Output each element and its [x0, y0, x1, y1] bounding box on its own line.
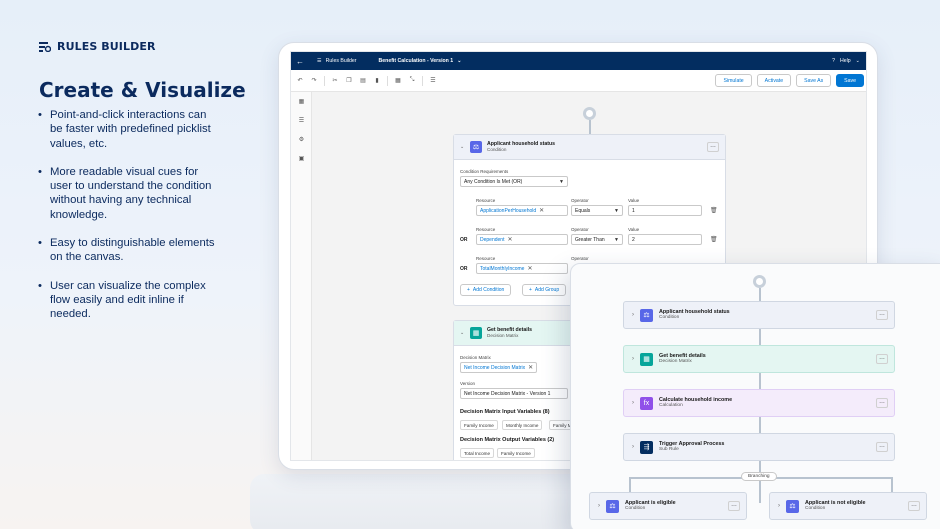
remove-icon: ✕ [507, 237, 513, 243]
hero-title: Create & Visualize [39, 78, 246, 102]
remove-icon: ✕ [539, 208, 545, 214]
operator-select[interactable]: Greater Than ▼ [571, 234, 623, 245]
matrix-icon: ▦ [470, 327, 482, 339]
value-input[interactable]: 1 [628, 205, 702, 216]
calculation-icon: fx [640, 396, 653, 410]
copy-icon[interactable]: ❐ [345, 77, 353, 85]
back-arrow-icon[interactable]: ← [291, 57, 309, 66]
trash-icon[interactable]: 🗑 [710, 236, 718, 243]
flow-node-calculation[interactable]: › fx Calculate household income Calculati… [623, 389, 895, 417]
flow-node-condition[interactable]: › ⚖ Applicant household status Condition … [623, 301, 895, 329]
toolbar: ↶ ↷ ✂ ❐ ▤ ▮ ▦ ⤡ ☰ Simulate Activate Save… [291, 70, 866, 92]
matrix-icon: ▦ [640, 352, 653, 366]
output-variable-chip[interactable]: Total Income [460, 448, 495, 458]
flow-node-subrule[interactable]: › ⇶ Trigger Approval Process Sub Rule … [623, 433, 895, 461]
delete-icon[interactable]: ▮ [373, 77, 381, 85]
app-logo-icon: ☰ [317, 58, 322, 64]
output-variable-chip[interactable]: Family Income [497, 448, 535, 458]
remove-icon: ✕ [528, 365, 534, 371]
subrule-icon: ⇶ [640, 440, 653, 454]
left-rail: ▦ ☰ ⚙ ▣ [291, 92, 312, 460]
undo-icon[interactable]: ↶ [296, 77, 304, 85]
resource-input[interactable]: ApplicationPerHousehold ✕ [476, 205, 568, 216]
help-menu[interactable]: ? Help ⌄ [832, 58, 860, 64]
chevron-down-icon[interactable]: ⌄ [460, 330, 465, 336]
more-actions-button[interactable]: … [876, 398, 888, 408]
more-actions-button[interactable]: … [876, 310, 888, 320]
requirements-select[interactable]: Any Condition Is Met (OR) ▼ [460, 176, 568, 187]
flow-branch-node[interactable]: › ⚖ Applicant is not eligible Condition … [769, 492, 927, 520]
settings-icon[interactable]: ⚙ [291, 130, 312, 149]
caret-down-icon: ▼ [559, 178, 564, 185]
add-condition-button[interactable]: + Add Condition [460, 284, 512, 296]
flow-node-decision-matrix[interactable]: › ▦ Get benefit details Decision Matrix … [623, 345, 895, 373]
resource-input[interactable]: TotalMonthlyIncome ✕ [476, 263, 568, 274]
activate-button[interactable]: Activate [756, 74, 792, 87]
version-select[interactable]: Net Income Decision Matrix - Version 1 [460, 388, 568, 399]
trash-icon[interactable]: 🗑 [710, 207, 718, 214]
value-input[interactable]: 2 [628, 234, 702, 245]
paste-icon[interactable]: ▤ [359, 77, 367, 85]
app-header: ← ☰ Rules Builder Benefit Calculation - V… [291, 52, 866, 70]
save-button[interactable]: Save [836, 74, 864, 87]
brand: RULES BUILDER [39, 40, 156, 53]
redo-icon[interactable]: ↷ [310, 77, 318, 85]
chevron-right-icon[interactable]: › [632, 400, 634, 406]
resource-input[interactable]: Dependent ✕ [476, 234, 568, 245]
chevron-right-icon[interactable]: › [632, 312, 634, 318]
brand-name: RULES BUILDER [57, 40, 156, 53]
list-icon[interactable]: ☰ [291, 111, 312, 130]
layout-icon[interactable]: ▣ [291, 149, 312, 168]
chevron-down-icon[interactable]: ⌄ [460, 144, 465, 150]
operator-select[interactable]: Equals ▼ [571, 205, 623, 216]
chevron-down-icon: ⌄ [457, 58, 462, 64]
input-variable-chip[interactable]: Monthly Income [502, 420, 543, 430]
more-actions-button[interactable]: … [876, 442, 888, 452]
more-actions-button[interactable]: … [876, 354, 888, 364]
feature-item: User can visualize the complex flow easi… [38, 279, 218, 322]
grid-icon[interactable]: ▦ [394, 77, 402, 85]
flow-branch-node[interactable]: › ⚖ Applicant is eligible Condition … [589, 492, 747, 520]
more-actions-button[interactable]: … [728, 501, 740, 511]
plus-icon: + [529, 287, 532, 293]
condition-icon: ⚖ [606, 499, 619, 513]
flow-overview-panel: › ⚖ Applicant household status Condition … [570, 263, 940, 529]
chevron-right-icon[interactable]: › [632, 356, 634, 362]
plus-icon: + [467, 287, 470, 293]
condition-icon: ⚖ [640, 308, 653, 322]
feature-item: Point-and-click interactions can be fast… [38, 108, 218, 151]
start-node[interactable] [583, 107, 596, 120]
question-icon: ? [832, 58, 835, 64]
more-actions-button[interactable]: … [908, 501, 920, 511]
feature-list: Point-and-click interactions can be fast… [38, 108, 218, 336]
connect-icon[interactable]: ⤡ [408, 77, 416, 85]
add-group-button[interactable]: + Add Group [522, 284, 567, 296]
feature-item: More readable visual cues for user to un… [38, 165, 218, 222]
start-node[interactable] [753, 275, 766, 288]
app-name[interactable]: ☰ Rules Builder [317, 58, 357, 64]
condition-icon: ⚖ [786, 499, 799, 513]
remove-icon: ✕ [527, 266, 533, 272]
input-variable-chip[interactable]: Family Income [460, 420, 498, 430]
chevron-right-icon[interactable]: › [632, 444, 634, 450]
matrix-input[interactable]: Net Income Decision Matrix ✕ [460, 362, 568, 373]
simulate-button[interactable]: Simulate [715, 74, 752, 87]
rule-title[interactable]: Benefit Calculation - Version 1 ⌄ [379, 58, 462, 64]
condition-icon: ⚖ [470, 141, 482, 153]
align-icon[interactable]: ☰ [429, 77, 437, 85]
chevron-right-icon[interactable]: › [598, 503, 600, 509]
chevron-down-icon: ⌄ [855, 58, 860, 64]
more-actions-button[interactable]: … [707, 142, 719, 152]
feature-item: Easy to distinguishable elements on the … [38, 236, 218, 265]
cut-icon[interactable]: ✂ [331, 77, 339, 85]
rules-builder-logo-icon [39, 41, 51, 52]
branching-label: Branching [741, 472, 777, 481]
chevron-right-icon[interactable]: › [778, 503, 780, 509]
elements-icon[interactable]: ▦ [291, 92, 312, 111]
save-as-button[interactable]: Save As [796, 74, 832, 87]
